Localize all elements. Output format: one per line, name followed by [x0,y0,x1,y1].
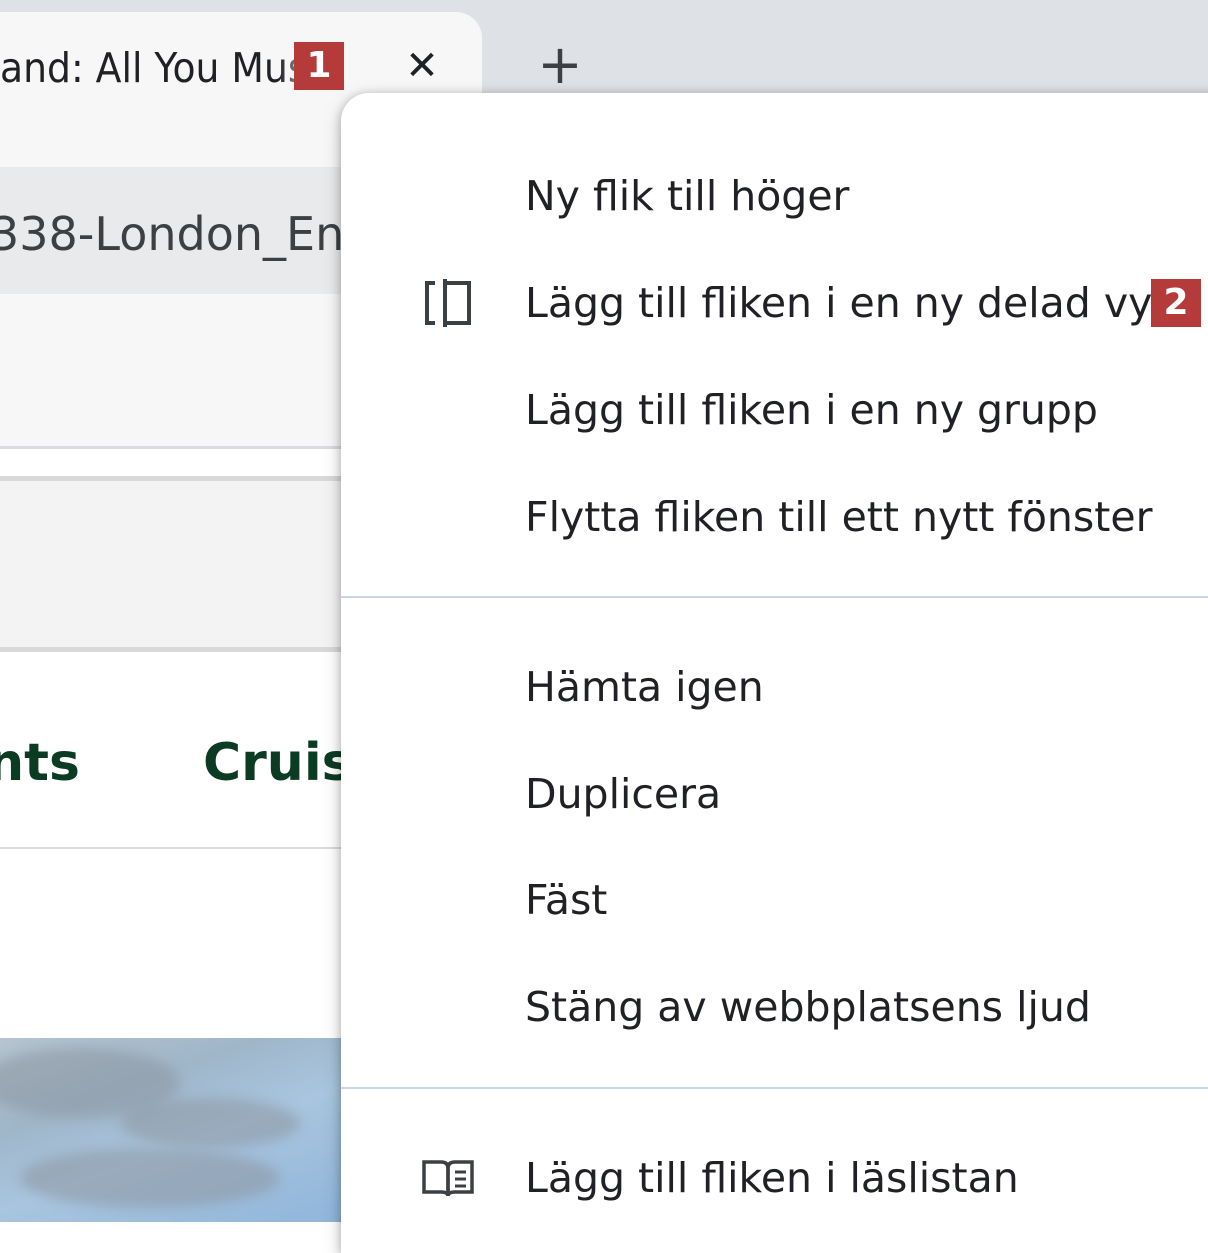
menu-separator [341,1087,1208,1089]
site-nav-item-restaurants[interactable]: ants [0,728,80,798]
menu-item-duplicate[interactable]: Duplicera [341,744,1208,844]
tab-context-menu: Ny flik till höger Lägg till fliken i en… [341,93,1208,1253]
menu-item-add-to-reading-list[interactable]: Lägg till fliken i läslistan [341,1128,1208,1228]
menu-item-label: Ny flik till höger [525,172,850,220]
menu-separator [341,596,1208,598]
menu-item-pin[interactable]: Fäst [341,850,1208,950]
toolbar-divider [0,446,360,449]
split-view-icon [421,277,475,329]
annotation-marker-2: 2 [1151,279,1201,327]
menu-item-label: Flytta fliken till ett nytt fönster [525,493,1153,541]
reading-list-icon [421,1152,475,1204]
menu-item-label: Hämta igen [525,663,764,711]
menu-item-label: Lägg till fliken i en ny grupp [525,386,1098,434]
menu-item-add-to-split-view[interactable]: Lägg till fliken i en ny delad vy [341,253,1208,353]
menu-item-label: Fäst [525,876,608,924]
menu-item-label: Duplicera [525,770,722,818]
site-nav-item-cruises[interactable]: Cruis [203,728,353,798]
tab-title[interactable]: and: All You Must [0,44,317,92]
annotation-marker-1: 1 [294,42,344,90]
menu-item-add-to-new-group[interactable]: Lägg till fliken i en ny grupp [341,360,1208,460]
hero-image [0,1038,360,1222]
close-tab-icon[interactable]: ✕ [400,44,444,88]
address-bar-url[interactable]: 338-London_En [0,206,350,262]
menu-item-new-tab-right[interactable]: Ny flik till höger [341,146,1208,246]
menu-item-move-to-new-window[interactable]: Flytta fliken till ett nytt fönster [341,467,1208,567]
new-tab-button[interactable]: + [535,38,585,92]
menu-item-label: Lägg till fliken i läslistan [525,1154,1019,1202]
menu-item-label: Stäng av webbplatsens ljud [525,983,1091,1031]
menu-item-reload[interactable]: Hämta igen [341,637,1208,737]
menu-item-label: Lägg till fliken i en ny delad vy [525,279,1153,327]
menu-item-mute-site[interactable]: Stäng av webbplatsens ljud [341,957,1208,1057]
page-banner-area [0,476,360,652]
